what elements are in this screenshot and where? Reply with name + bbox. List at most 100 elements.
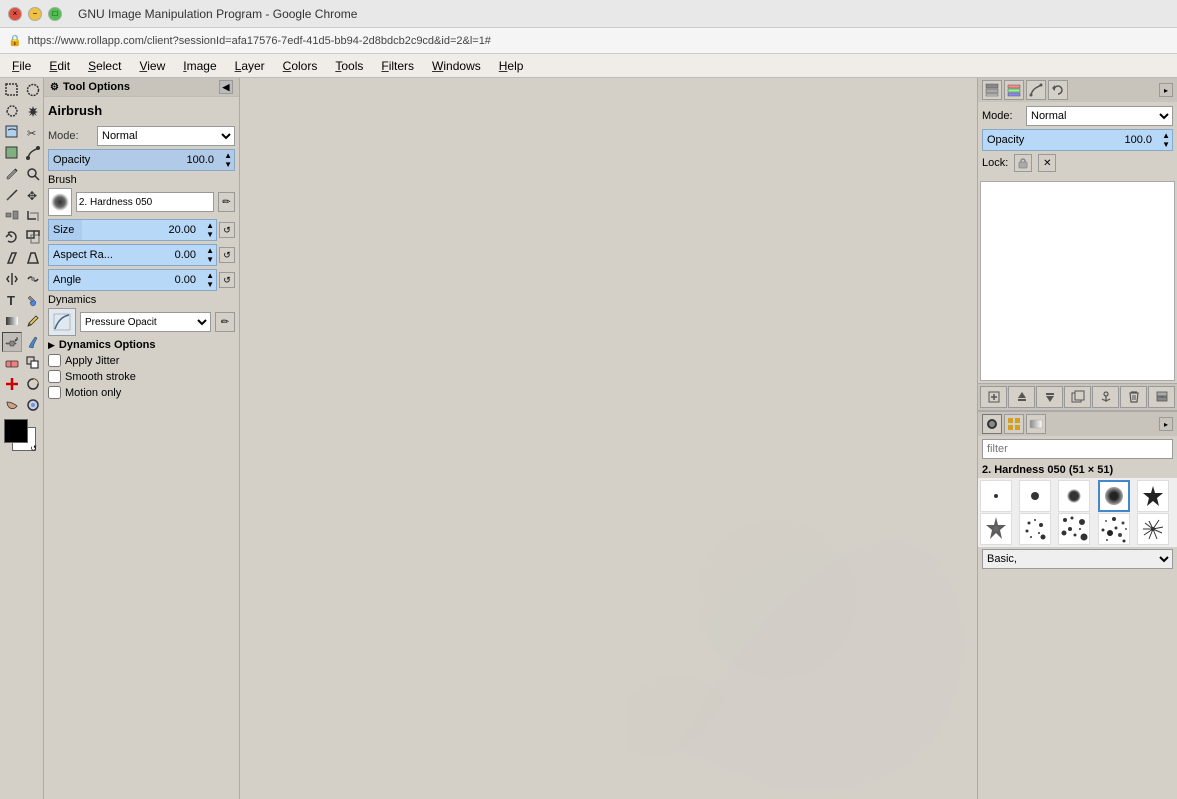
dynamics-select[interactable]: Pressure Opacit None xyxy=(80,312,211,332)
merge-layers-btn[interactable] xyxy=(1148,386,1175,408)
brush-category-select[interactable]: Basic, xyxy=(982,549,1173,569)
pencil-tool[interactable] xyxy=(23,311,43,331)
dodge-burn-tool[interactable] xyxy=(23,374,43,394)
aspect-slider[interactable]: Aspect Ra... 0.00 ▲▼ xyxy=(48,244,217,266)
brush-cell-splat[interactable] xyxy=(1137,513,1169,545)
ellipse-select-tool[interactable] xyxy=(23,80,43,100)
text-tool[interactable]: T xyxy=(2,290,22,310)
clone-tool[interactable] xyxy=(23,353,43,373)
brush-filter-input[interactable] xyxy=(982,439,1173,459)
layer-mode-select[interactable]: Normal xyxy=(1026,106,1173,126)
minimize-window-btn[interactable]: − xyxy=(28,7,42,21)
brush-name-field[interactable] xyxy=(76,192,214,212)
mode-select[interactable]: Normal Dissolve Multiply xyxy=(97,126,235,146)
menu-image[interactable]: Image xyxy=(175,57,224,75)
menu-help[interactable]: Help xyxy=(491,57,532,75)
aspect-reset-btn[interactable]: ↺ xyxy=(219,247,235,263)
crop-tool[interactable] xyxy=(23,206,43,226)
raise-layer-btn[interactable] xyxy=(1008,386,1035,408)
menu-view[interactable]: View xyxy=(131,57,173,75)
delete-layer-btn[interactable] xyxy=(1120,386,1147,408)
layer-list[interactable] xyxy=(980,181,1175,381)
menu-edit[interactable]: Edit xyxy=(41,57,78,75)
layers-icon-tab[interactable] xyxy=(982,80,1002,100)
color-reset-icon[interactable]: ↺ xyxy=(30,444,37,453)
apply-jitter-checkbox[interactable] xyxy=(48,354,61,367)
dynamics-options-section[interactable]: ▶ Dynamics Options xyxy=(48,339,235,351)
brush-cell-medium-circle[interactable] xyxy=(1058,480,1090,512)
eraser-tool[interactable] xyxy=(2,353,22,373)
foreground-color-swatch[interactable] xyxy=(4,419,28,443)
paths-icon-tab[interactable] xyxy=(1026,80,1046,100)
brush-cell-scatter2[interactable] xyxy=(1058,513,1090,545)
undo-icon-tab[interactable] xyxy=(1048,80,1068,100)
anchor-layer-btn[interactable] xyxy=(1092,386,1119,408)
perspective-tool[interactable] xyxy=(23,248,43,268)
brush-cell-small-circle[interactable] xyxy=(1019,480,1051,512)
foreground-select-tool[interactable] xyxy=(2,143,22,163)
menu-tools[interactable]: Tools xyxy=(327,57,371,75)
smooth-stroke-label[interactable]: Smooth stroke xyxy=(65,371,136,383)
new-layer-btn[interactable] xyxy=(980,386,1007,408)
brush-tab-active[interactable] xyxy=(982,414,1002,434)
measure-tool[interactable] xyxy=(2,185,22,205)
size-arrows[interactable]: ▲▼ xyxy=(206,221,214,239)
menu-file[interactable]: File xyxy=(4,57,39,75)
lock-pixels-btn[interactable] xyxy=(1014,154,1032,172)
gradients-tab[interactable] xyxy=(1026,414,1046,434)
zoom-tool[interactable] xyxy=(23,164,43,184)
size-reset-btn[interactable]: ↺ xyxy=(219,222,235,238)
lock-alpha-btn[interactable]: ✕ xyxy=(1038,154,1056,172)
brush-cell-star2[interactable] xyxy=(980,513,1012,545)
patterns-tab[interactable] xyxy=(1004,414,1024,434)
brush-cell-tiny-circle[interactable] xyxy=(980,480,1012,512)
free-select-tool[interactable] xyxy=(2,101,22,121)
size-slider[interactable]: Size 20.00 ▲▼ xyxy=(48,219,217,241)
blend-tool[interactable] xyxy=(2,311,22,331)
rotate-tool[interactable] xyxy=(2,227,22,247)
smooth-stroke-checkbox[interactable] xyxy=(48,370,61,383)
dynamics-edit-btn[interactable]: ✏ xyxy=(215,312,235,332)
brush-cell-selected[interactable] xyxy=(1098,480,1130,512)
layer-panel-expand-btn[interactable]: ▸ xyxy=(1159,83,1173,97)
lower-layer-btn[interactable] xyxy=(1036,386,1063,408)
paths-tool[interactable] xyxy=(23,143,43,163)
tool-options-collapse-btn[interactable]: ◀ xyxy=(219,80,233,94)
menu-filters[interactable]: Filters xyxy=(373,57,422,75)
menu-select[interactable]: Select xyxy=(80,57,129,75)
motion-only-label[interactable]: Motion only xyxy=(65,387,121,399)
align-tool[interactable] xyxy=(2,206,22,226)
opacity-slider-row[interactable]: Opacity 100.0 ▲▼ xyxy=(48,149,235,171)
move-tool[interactable]: ✥ xyxy=(23,185,43,205)
brush-edit-btn[interactable]: ✏ xyxy=(218,192,235,212)
brush-panel-expand-btn[interactable]: ▸ xyxy=(1159,417,1173,431)
aspect-arrows[interactable]: ▲▼ xyxy=(206,246,214,264)
brush-cell-scatter1[interactable] xyxy=(1019,513,1051,545)
layer-opacity-arrows[interactable]: ▲▼ xyxy=(1162,131,1170,149)
motion-only-checkbox[interactable] xyxy=(48,386,61,399)
smudge-tool[interactable] xyxy=(2,395,22,415)
duplicate-layer-btn[interactable] xyxy=(1064,386,1091,408)
layer-opacity-row[interactable]: Opacity 100.0 ▲▼ xyxy=(982,129,1173,151)
paint-bucket-tool[interactable] xyxy=(23,290,43,310)
menu-layer[interactable]: Layer xyxy=(227,57,273,75)
angle-reset-btn[interactable]: ↺ xyxy=(219,272,235,288)
menu-windows[interactable]: Windows xyxy=(424,57,489,75)
color-picker-tool[interactable] xyxy=(2,164,22,184)
ink-tool[interactable] xyxy=(23,332,43,352)
scissors-tool[interactable]: ✂ xyxy=(23,122,43,142)
maximize-window-btn[interactable]: □ xyxy=(48,7,62,21)
brush-preview[interactable] xyxy=(48,188,72,216)
airbrush-tool[interactable] xyxy=(2,332,22,352)
fuzzy-select-tool[interactable] xyxy=(23,101,43,121)
address-text[interactable]: https://www.rollapp.com/client?sessionId… xyxy=(28,35,1169,47)
scale-tool[interactable] xyxy=(23,227,43,247)
angle-arrows[interactable]: ▲▼ xyxy=(206,271,214,289)
select-by-color-tool[interactable] xyxy=(2,122,22,142)
flip-tool[interactable] xyxy=(2,269,22,289)
brush-cell-scatter3[interactable] xyxy=(1098,513,1130,545)
brush-cell-star[interactable] xyxy=(1137,480,1169,512)
channels-icon-tab[interactable] xyxy=(1004,80,1024,100)
shear-tool[interactable] xyxy=(2,248,22,268)
opacity-arrows[interactable]: ▲▼ xyxy=(224,151,232,169)
